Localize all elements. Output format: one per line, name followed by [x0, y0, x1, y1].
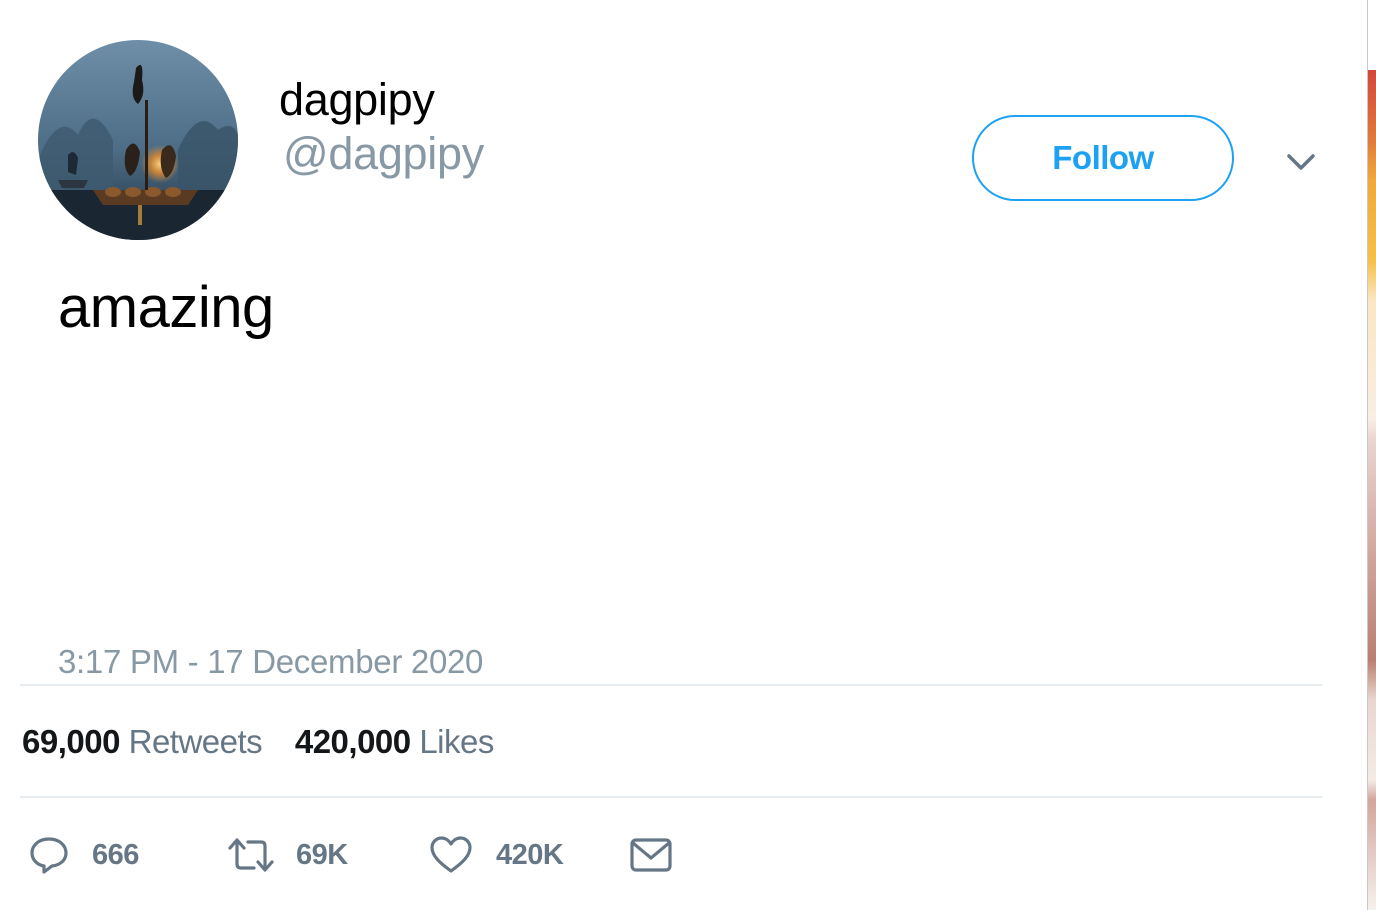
tweet-text: amazing [58, 275, 274, 340]
tweet-page: dagpipy @dagpipy Follow amazing 3:17 PM … [0, 0, 1376, 910]
avatar-image [38, 40, 238, 240]
chevron-down-icon[interactable] [1283, 146, 1319, 176]
likes-stat[interactable]: 420,000 Likes [295, 723, 518, 760]
likes-count: 420,000 [294, 723, 411, 760]
user-handle[interactable]: @dagpipy [283, 128, 484, 180]
reply-icon [30, 837, 68, 874]
retweets-label: Retweets [128, 723, 263, 760]
retweets-count: 69,000 [22, 723, 120, 760]
like-count: 420K [496, 838, 564, 871]
tweet-stats: 69,000 Retweets 420,000 Likes [22, 722, 518, 762]
heart-icon [430, 836, 472, 873]
display-name[interactable]: dagpipy [279, 74, 435, 126]
likes-label: Likes [419, 723, 494, 760]
retweet-button[interactable]: 69K [226, 832, 348, 878]
tweet-timestamp[interactable]: 3:17 PM - 17 December 2020 [58, 642, 483, 682]
retweets-stat[interactable]: 69,000 Retweets [22, 723, 295, 760]
direct-message-button[interactable] [628, 832, 674, 878]
reply-button[interactable]: 666 [28, 832, 139, 878]
like-button[interactable]: 420K [428, 832, 564, 878]
background-window-edge [1367, 0, 1376, 910]
retweet-count: 69K [296, 838, 348, 871]
envelope-icon [630, 838, 672, 872]
retweet-icon [228, 838, 274, 872]
reply-count: 666 [92, 838, 139, 871]
follow-button[interactable]: Follow [972, 115, 1234, 201]
divider [20, 684, 1322, 686]
avatar[interactable] [38, 40, 238, 240]
divider [20, 796, 1322, 798]
